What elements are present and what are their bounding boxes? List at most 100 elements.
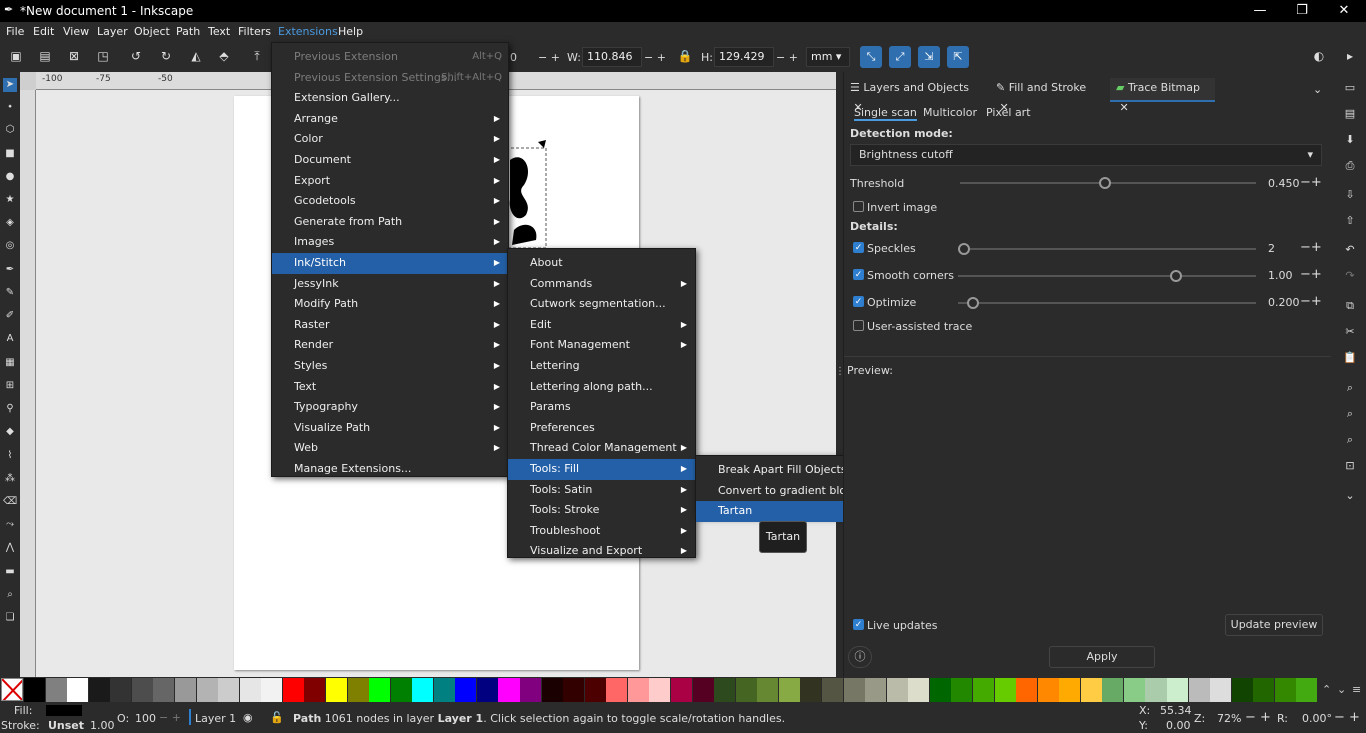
rotation-value[interactable]: 0.00° [1302, 712, 1332, 725]
color-swatch[interactable] [1059, 678, 1081, 702]
copy-icon[interactable]: ⧉ [1342, 298, 1358, 314]
select-all-layers-icon[interactable]: ▤ [37, 48, 53, 64]
scale-stroke-icon[interactable]: ⤡ [860, 46, 882, 68]
save-icon[interactable]: ⬇ [1342, 132, 1358, 148]
opacity-value[interactable]: 100 [135, 712, 156, 725]
width-field[interactable]: 110.846 [582, 47, 642, 67]
extensions_menu-item[interactable]: Typography ▶ [272, 397, 508, 418]
palette-scroll-down-icon[interactable]: ⌄ [1337, 683, 1346, 696]
deselect-icon[interactable]: ⊠ [66, 48, 82, 64]
smooth-corners-value[interactable]: 1.00 [1268, 269, 1293, 282]
inkstitch_menu-item[interactable]: Tools: Satin ▶ [508, 480, 695, 501]
extensions_menu-item[interactable]: Previous Extension Alt+Q [272, 47, 508, 68]
threshold-stepper[interactable]: −+ [1300, 175, 1322, 190]
text-tool-icon[interactable]: A [3, 332, 17, 346]
subtab-pixel-art[interactable]: Pixel art [986, 106, 1031, 119]
menu-extensions[interactable]: Extensions [278, 25, 338, 38]
shape-builder-icon[interactable]: ⬡ [3, 123, 17, 137]
extensions_menu-item[interactable]: Visualize Path ▶ [272, 418, 508, 439]
user-assisted-checkbox[interactable] [853, 320, 864, 331]
color-swatch[interactable] [347, 678, 369, 702]
color-swatch[interactable] [218, 678, 240, 702]
inkstitch_menu-item[interactable]: Troubleshoot ▶ [508, 521, 695, 542]
snap-icon[interactable]: ◐ [1311, 48, 1327, 64]
redo-icon[interactable]: ↷ [1342, 268, 1358, 284]
color-swatch[interactable] [606, 678, 628, 702]
select-all-icon[interactable]: ▣ [8, 48, 24, 64]
zoom-stepper[interactable]: − + [1245, 710, 1271, 725]
inkstitch_menu-item[interactable]: Font Management ▶ [508, 335, 695, 356]
slider-handle[interactable] [966, 297, 979, 309]
zoom-fit-icon[interactable]: ⊡ [1342, 458, 1358, 474]
minimize-icon[interactable]: — [1246, 2, 1274, 20]
color-swatch[interactable] [1102, 678, 1124, 702]
color-swatch[interactable] [821, 678, 844, 702]
color-swatch[interactable] [498, 678, 520, 702]
extensions_menu-item[interactable]: Export ▶ [272, 171, 508, 192]
restore-icon[interactable]: ❐ [1288, 2, 1316, 20]
node-tool-icon[interactable]: ⬩ [3, 100, 17, 114]
inkstitch_menu-item[interactable]: Cutwork segmentation... [508, 294, 695, 315]
inkstitch_menu-item[interactable]: Edit ▶ [508, 315, 695, 336]
color-swatch[interactable] [627, 678, 649, 702]
smooth-corners-slider[interactable] [958, 270, 1256, 282]
rotation-stepper[interactable]: − + [1334, 710, 1360, 725]
menu-view[interactable]: View [63, 25, 89, 38]
speckles-value[interactable]: 2 [1268, 242, 1275, 255]
star-tool-icon[interactable]: ★ [3, 193, 17, 207]
inkstitch_menu-item[interactable]: Lettering [508, 356, 695, 377]
rotate-cw-icon[interactable]: ↻ [158, 48, 174, 64]
color-swatch[interactable] [174, 678, 197, 702]
color-swatch[interactable] [865, 678, 887, 702]
speckles-checkbox[interactable]: ✓ [853, 242, 864, 253]
zoom-value[interactable]: 72% [1217, 712, 1241, 725]
color-swatch[interactable] [951, 678, 973, 702]
color-swatch[interactable] [1274, 678, 1296, 702]
move-patterns-icon[interactable]: ⇱ [947, 46, 969, 68]
open-icon[interactable]: ▤ [1342, 106, 1358, 122]
color-swatch[interactable] [390, 678, 412, 702]
width-stepper[interactable]: − + [644, 51, 666, 64]
move-gradients-icon[interactable]: ⇲ [918, 46, 940, 68]
close-icon[interactable]: ✕ [1330, 2, 1358, 20]
live-updates-checkbox[interactable]: ✓ [853, 619, 864, 630]
spiral-tool-icon[interactable]: ◎ [3, 239, 17, 253]
info-icon[interactable]: ⓘ [848, 646, 872, 668]
inkstitch_menu-item[interactable]: Visualize and Export ▶ [508, 541, 695, 562]
subtab-multicolor[interactable]: Multicolor [923, 106, 977, 119]
color-swatch[interactable] [972, 678, 994, 702]
import-icon[interactable]: ⇩ [1342, 187, 1358, 203]
connector-tool-icon[interactable]: ⤳ [3, 518, 17, 532]
undo-icon[interactable]: ↶ [1342, 242, 1358, 258]
color-swatch[interactable] [994, 678, 1016, 702]
slider-handle[interactable] [1099, 177, 1112, 189]
subtab-single-scan[interactable]: Single scan [854, 106, 917, 121]
pages-tool-icon[interactable]: ❏ [3, 611, 17, 625]
tab-close-icon[interactable]: ✕ [1116, 101, 1128, 114]
vertical-ruler[interactable] [20, 90, 36, 677]
current-layer[interactable]: Layer 1 [195, 712, 236, 725]
layer-lock-icon[interactable]: 🔓 [270, 711, 284, 724]
color-swatch[interactable] [1016, 678, 1038, 702]
color-swatch[interactable] [671, 678, 693, 702]
traced-drawing[interactable] [504, 140, 564, 250]
calligraphy-tool-icon[interactable]: ✐ [3, 309, 17, 323]
color-swatch[interactable] [1296, 678, 1318, 702]
color-swatch[interactable] [261, 678, 283, 702]
visibility-eye-icon[interactable]: ◉ [243, 711, 253, 724]
zoom-selection-icon[interactable]: ⌕ [1342, 380, 1358, 396]
color-swatch[interactable] [1167, 678, 1189, 702]
color-swatch[interactable] [24, 678, 46, 702]
speckles-stepper[interactable]: −+ [1300, 240, 1322, 255]
smooth-corners-stepper[interactable]: −+ [1300, 267, 1322, 282]
color-swatch[interactable] [735, 678, 757, 702]
x-decrement-icon[interactable]: − + [538, 51, 560, 64]
inkstitch_menu-item[interactable]: Tools: Fill ▶ [508, 459, 695, 480]
color-swatch[interactable] [476, 678, 498, 702]
extensions_menu-item[interactable]: Arrange ▶ [272, 109, 508, 130]
slider-handle[interactable] [958, 243, 970, 255]
extensions_menu-item[interactable]: Raster ▶ [272, 315, 508, 336]
zoom-drawing-icon[interactable]: ⌕ [1342, 406, 1358, 422]
inkstitch_menu-item[interactable]: Commands ▶ [508, 274, 695, 295]
color-swatch[interactable] [1037, 678, 1059, 702]
